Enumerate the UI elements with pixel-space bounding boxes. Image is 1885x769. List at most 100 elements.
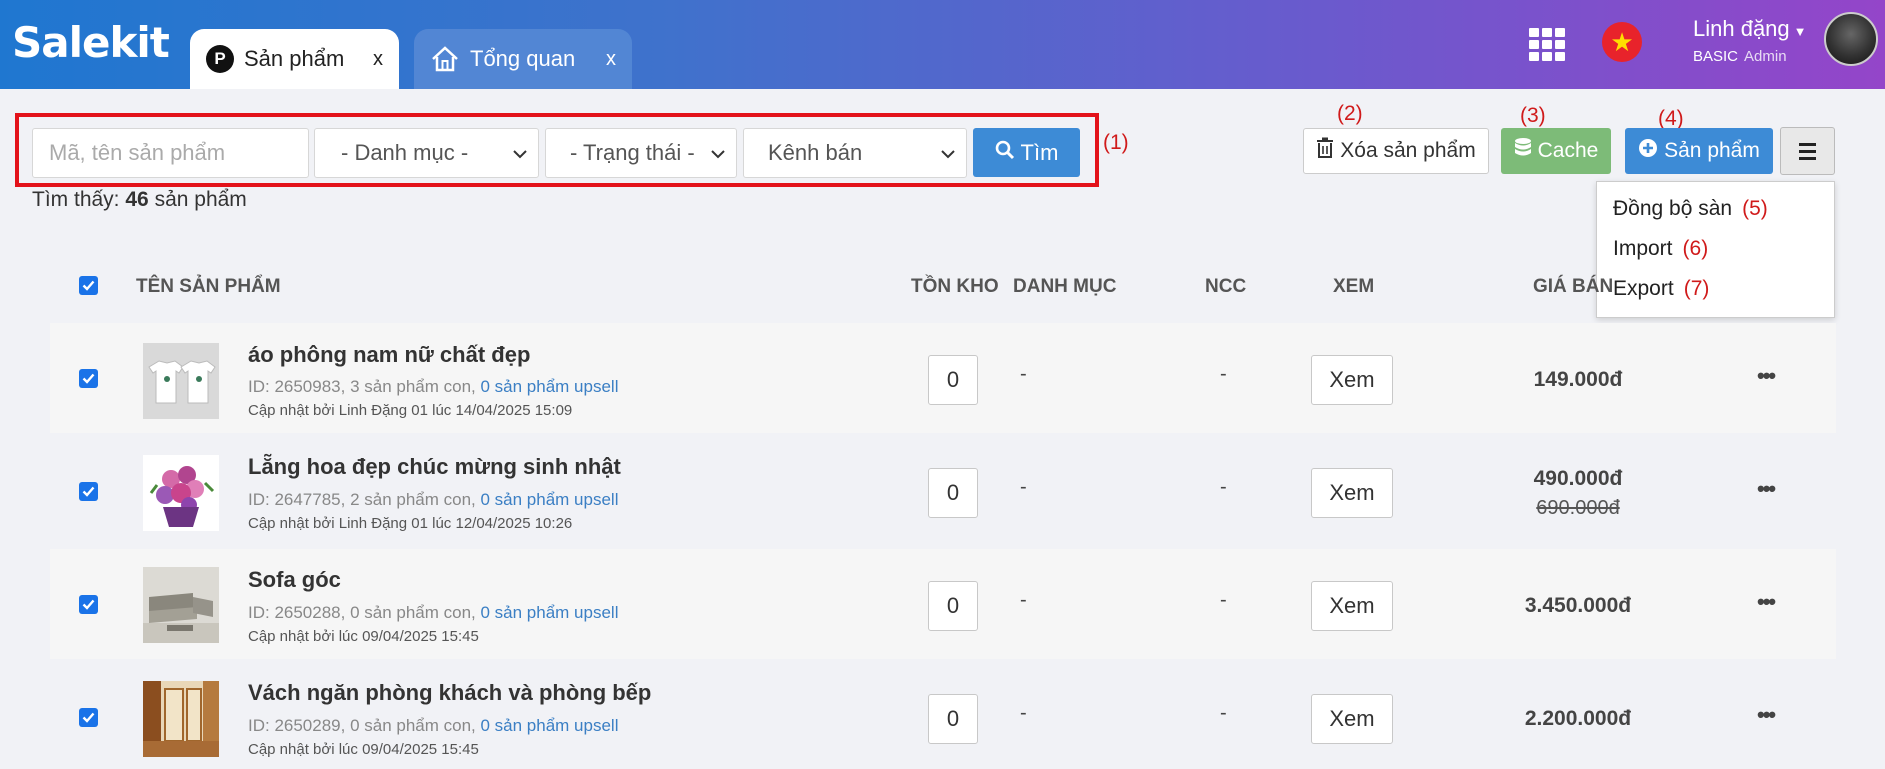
row-checkbox[interactable] [79,369,98,388]
view-button[interactable]: Xem [1311,581,1393,631]
apps-grid-icon[interactable] [1529,28,1565,61]
plan-badge: BASIC [1693,48,1739,65]
row-checkbox[interactable] [79,708,98,727]
vietnam-flag-icon[interactable]: ★ [1602,22,1642,62]
cache-button[interactable]: Cache [1501,128,1611,174]
home-icon [430,45,460,73]
category-select[interactable]: - Danh mục - [314,128,539,178]
top-header: Salekit P Sản phẩm x Tổng quan x ★ Linh … [0,0,1885,89]
upsell-link[interactable]: 0 sản phẩm upsell [481,716,619,735]
search-button[interactable]: Tìm [973,128,1080,177]
more-menu-button[interactable] [1780,127,1835,175]
updated-info: Cập nhật bởi lúc 09/04/2025 15:45 [248,741,479,758]
view-button[interactable]: Xem [1311,468,1393,518]
stock-input[interactable]: 0 [928,581,978,631]
updated-info: Cập nhật bởi Linh Đặng 01 lúc 12/04/2025… [248,515,573,532]
annotation-6: (6) [1682,237,1709,260]
product-name-link[interactable]: Sofa góc [248,567,341,593]
row-actions-button[interactable]: ••• [1757,702,1776,728]
menu-item-import[interactable]: Import (6) [1613,237,1708,261]
tab-products[interactable]: P Sản phẩm x [190,29,399,89]
product-name-link[interactable]: Lẵng hoa đẹp chúc mừng sinh nhật [248,454,621,480]
sale-price: 2.200.000đ [1524,707,1632,730]
product-name-link[interactable]: áo phông nam nữ chất đẹp [248,342,530,368]
tab-overview[interactable]: Tổng quan x [414,29,632,89]
chevron-down-icon [512,143,528,171]
supplier-value: - [1220,363,1227,385]
row-checkbox[interactable] [79,595,98,614]
search-icon [995,140,1015,166]
view-button[interactable]: Xem [1311,355,1393,405]
annotation-5: (5) [1742,197,1768,220]
delete-products-button[interactable]: Xóa sản phẩm [1303,128,1489,174]
supplier-value: - [1220,476,1227,498]
row-actions-button[interactable]: ••• [1757,589,1776,615]
add-product-button[interactable]: Sản phẩm [1625,128,1773,174]
table-row: Sofa góc ID: 2650288, 0 sản phẩm con, 0 … [50,549,1836,659]
product-thumbnail[interactable] [143,455,219,531]
stock-input[interactable]: 0 [928,694,978,744]
supplier-value: - [1220,702,1227,724]
upsell-link[interactable]: 0 sản phẩm upsell [481,377,619,396]
product-meta: ID: 2650288, 0 sản phẩm con, 0 sản phẩm … [248,603,619,622]
more-dropdown-menu: Đồng bộ sàn (5) Import (6) Export (7) [1596,181,1835,318]
category-value: - [1020,476,1027,498]
hamburger-icon [1799,142,1816,160]
row-checkbox[interactable] [79,482,98,501]
annotation-3: (3) [1520,104,1546,127]
menu-item-export[interactable]: Export (7) [1613,277,1709,301]
channel-select[interactable]: Kênh bán [743,128,967,178]
chevron-down-icon [710,143,726,171]
stock-input[interactable]: 0 [928,468,978,518]
annotation-7: (7) [1683,277,1710,300]
upsell-link[interactable]: 0 sản phẩm upsell [481,603,619,622]
column-header-stock[interactable]: TỒN KHO [911,276,999,298]
column-header-name[interactable]: TÊN SẢN PHẨM [136,276,281,298]
product-thumbnail[interactable] [143,567,219,643]
status-select[interactable]: - Trạng thái - [545,128,737,178]
view-button[interactable]: Xem [1311,694,1393,744]
category-value: - [1020,589,1027,611]
role-label: Admin [1744,48,1787,65]
tab-label: Tổng quan [470,46,576,71]
tab-label: Sản phẩm [244,46,345,71]
column-header-category[interactable]: DANH MỤC [1013,276,1116,298]
result-count: Tìm thấy: 46 sản phẩm [32,188,247,211]
row-actions-button[interactable]: ••• [1757,363,1776,389]
user-menu[interactable]: Linh đặng ▼ [1693,16,1807,42]
database-icon [1514,137,1532,165]
user-name: Linh đặng [1693,16,1790,41]
product-meta: ID: 2647785, 2 sản phẩm con, 0 sản phẩm … [248,490,619,509]
search-input[interactable]: Mã, tên sản phẩm [32,128,309,178]
table-row: Vách ngăn phòng khách và phòng bếp ID: 2… [50,662,1836,769]
select-all-checkbox[interactable] [79,276,98,295]
table-row: áo phông nam nữ chất đẹp ID: 2650983, 3 … [50,323,1836,433]
column-header-price[interactable]: GIÁ BÁN [1533,276,1613,298]
supplier-value: - [1220,589,1227,611]
sale-price: 490.000đ [1533,467,1623,490]
avatar[interactable] [1824,12,1878,66]
product-thumbnail[interactable] [143,343,219,419]
column-header-supplier[interactable]: NCC [1205,276,1246,298]
caret-down-icon: ▼ [1793,24,1807,39]
column-header-view[interactable]: XEM [1333,276,1374,298]
close-tab-button[interactable]: x [373,48,383,71]
row-actions-button[interactable]: ••• [1757,476,1776,502]
product-name-link[interactable]: Vách ngăn phòng khách và phòng bếp [248,680,651,706]
updated-info: Cập nhật bởi lúc 09/04/2025 15:45 [248,628,479,645]
original-price: 690.000đ [1536,497,1620,519]
annotation-1: (1) [1103,131,1129,154]
product-meta: ID: 2650983, 3 sản phẩm con, 0 sản phẩm … [248,377,619,396]
user-role: BASIC Admin [1693,48,1787,65]
product-thumbnail[interactable] [143,681,219,757]
plus-circle-icon [1638,138,1658,164]
upsell-link[interactable]: 0 sản phẩm upsell [481,490,619,509]
updated-info: Cập nhật bởi Linh Đặng 01 lúc 14/04/2025… [248,402,573,419]
menu-item-sync-marketplace[interactable]: Đồng bộ sàn (5) [1613,197,1768,221]
stock-input[interactable]: 0 [928,355,978,405]
category-value: - [1020,702,1027,724]
close-tab-button[interactable]: x [606,48,616,71]
category-value: - [1020,363,1027,385]
app-logo[interactable]: Salekit [12,18,170,67]
product-tab-icon: P [206,45,234,73]
